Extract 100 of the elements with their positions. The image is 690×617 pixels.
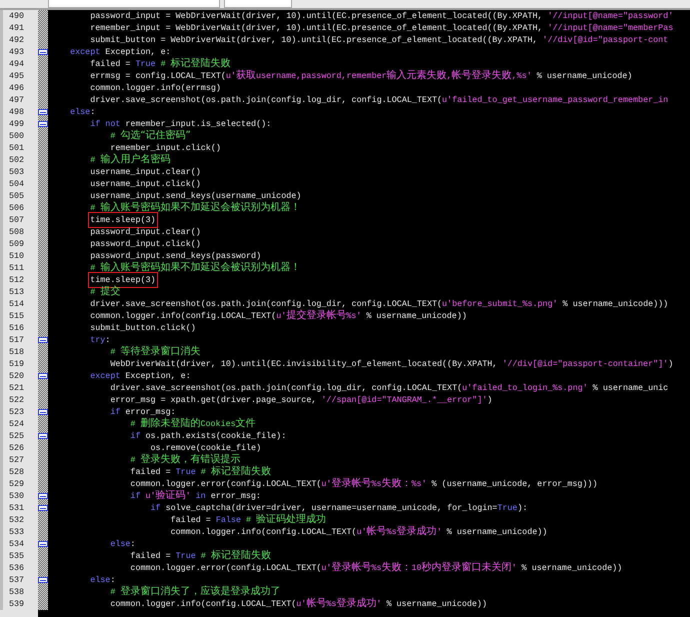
code-line: password_input.send_keys(password): [90, 250, 262, 262]
line-number: 534: [0, 538, 32, 550]
line-number: 499: [0, 118, 32, 130]
line-number: 532: [0, 514, 32, 526]
code-line: common.logger.info(config.LOCAL_TEXT(u'提交登录帐号%s' % username_unicode)): [90, 310, 467, 322]
line-number: 505: [0, 190, 32, 202]
collapse-icon[interactable]: [38, 541, 48, 547]
code-line: error_msg = xpath.get(driver.page_source, '//span[@id="TANGRAM_.*__error"]'): [110, 394, 492, 406]
code-line: if os.path.exists(cookie_file):: [130, 430, 286, 442]
code-line: errmsg = config.LOCAL_TEXT(u'获取username,password,remember输入元素失败,帐号登录失败,%s' % username_unicode): [90, 70, 632, 82]
code-line: remember_input.click(): [110, 142, 221, 154]
code-line: username_input.send_keys(username_unicode): [90, 190, 302, 202]
code-line: common.logger.info(config.LOCAL_TEXT(u'帐号%s登录成功' % username_unicode)): [170, 526, 548, 538]
line-number: 501: [0, 142, 32, 154]
line-number: 531: [0, 502, 32, 514]
collapse-icon[interactable]: [38, 577, 48, 583]
code-line: os.remove(cookie_file): [150, 442, 262, 454]
line-number: 491: [0, 22, 32, 34]
line-number: 521: [0, 382, 32, 394]
line-number: 514: [0, 298, 32, 310]
line-number: 516: [0, 322, 32, 334]
code-line: else:: [70, 106, 96, 118]
code-line: common.logger.error(config.LOCAL_TEXT(u'登录帐号%s失败：%s' % (username_unicode, error_msg))): [130, 478, 598, 490]
code-line: # 删除未登陆的Cookies文件: [130, 418, 256, 430]
code-line: submit_button = WebDriverWait(driver, 10).until(EC.presence_of_element_located((By.XPATH, '//div[@id="passport-cont: [90, 34, 668, 46]
line-number: 530: [0, 490, 32, 502]
code-line: try:: [90, 334, 110, 346]
code-line: common.logger.info(errmsg): [90, 82, 221, 94]
line-number: 518: [0, 346, 32, 358]
line-number: 538: [0, 586, 32, 598]
code-line: failed = True # 标记登陆失败: [130, 550, 271, 562]
code-line: # 输入账号密码如果不加延迟会被识别为机器！: [90, 202, 300, 214]
line-number: 525: [0, 430, 32, 442]
line-number: 519: [0, 358, 32, 370]
line-number: 504: [0, 178, 32, 190]
code-line: failed = False # 验证码处理成功: [170, 514, 326, 526]
code-line: password_input.click(): [90, 238, 201, 250]
code-line: except Exception, e:: [90, 370, 191, 382]
line-number: 520: [0, 370, 32, 382]
line-number: 533: [0, 526, 32, 538]
collapse-icon[interactable]: [38, 49, 48, 55]
code-line: if u'验证码' in error_msg:: [130, 490, 261, 502]
line-number: 493: [0, 46, 32, 58]
line-number: 497: [0, 94, 32, 106]
line-number: 500: [0, 130, 32, 142]
code-line: # 输入用户名密码: [90, 154, 170, 166]
code-line: username_input.clear(): [90, 166, 201, 178]
code-line: # 等待登录窗口消失: [110, 346, 200, 358]
line-number: 539: [0, 598, 32, 610]
line-number: 498: [0, 106, 32, 118]
line-number: 536: [0, 562, 32, 574]
code-line: except Exception, e:: [70, 46, 171, 58]
line-number: 510: [0, 250, 32, 262]
code-line: submit_button.click(): [90, 322, 196, 334]
code-line: # 登录失败，有错误提示: [130, 454, 240, 466]
input-field[interactable]: [224, 0, 292, 8]
code-line: common.logger.error(config.LOCAL_TEXT(u'登录帐号%s失败：10秒内登录窗口未关闭' % username_unicode)): [130, 562, 622, 574]
code-line: driver.save_screenshot(os.path.join(config.log_dir, config.LOCAL_TEXT(u'failed_to_login_%s.png' % username_unic: [110, 382, 668, 394]
line-number: 495: [0, 70, 32, 82]
code-line: # 提交: [90, 286, 120, 298]
line-number: 527: [0, 454, 32, 466]
code-line: else:: [110, 538, 136, 550]
input-field[interactable]: [48, 0, 220, 8]
line-number: 502: [0, 154, 32, 166]
line-number: 490: [0, 10, 32, 22]
line-number: 524: [0, 418, 32, 430]
collapse-icon[interactable]: [38, 337, 48, 343]
line-number: 537: [0, 574, 32, 586]
collapse-icon[interactable]: [38, 373, 48, 379]
line-number: 494: [0, 58, 32, 70]
code-line: # 登录窗口消失了，应该是登录成功了: [110, 586, 280, 598]
code-line: time.sleep(3): [90, 214, 156, 226]
code-line: password_input.clear(): [90, 226, 201, 238]
line-number: 496: [0, 82, 32, 94]
code-line: if not remember_input.is_selected():: [90, 118, 272, 130]
line-number: 506: [0, 202, 32, 214]
code-line: password_input = WebDriverWait(driver, 10).until(EC.presence_of_element_located((By.XPATH, '//input[@name="password': [90, 10, 674, 22]
collapse-icon[interactable]: [38, 409, 48, 415]
code-line: WebDriverWait(driver, 10).until(EC.invisibility_of_element_located((By.XPATH, '//div[@id="passport-container"]'): [110, 358, 674, 370]
code-line: failed = True # 标记登陆失败: [90, 58, 231, 70]
line-number: 503: [0, 166, 32, 178]
line-number: 528: [0, 466, 32, 478]
collapse-icon[interactable]: [38, 433, 48, 439]
code-line: time.sleep(3): [90, 274, 156, 286]
line-number: 517: [0, 334, 32, 346]
line-number: 492: [0, 34, 32, 46]
code-line: remember_input = WebDriverWait(driver, 10).until(EC.presence_of_element_located((By.XPATH, '//input[@name="memberPas: [90, 22, 674, 34]
line-number: 535: [0, 550, 32, 562]
line-number: 529: [0, 478, 32, 490]
line-number: 507: [0, 214, 32, 226]
code-line: driver.save_screenshot(os.path.join(config.log_dir, config.LOCAL_TEXT(u'failed_to_get_username_password_remember_in: [90, 94, 668, 106]
code-line: # 输入账号密码如果不加延迟会被识别为机器！: [90, 262, 300, 274]
code-line: failed = True # 标记登陆失败: [130, 466, 271, 478]
line-number: 512: [0, 274, 32, 286]
code-line: if solve_captcha(driver=driver, username=username_unicode, for_login=True):: [150, 502, 528, 514]
code-line: # 勾选“记住密码”: [110, 130, 191, 142]
code-line: common.logger.info(config.LOCAL_TEXT(u'帐号%s登录成功' % username_unicode)): [110, 598, 487, 610]
line-number: 526: [0, 442, 32, 454]
code-line: if error_msg:: [110, 406, 176, 418]
line-number: 522: [0, 394, 32, 406]
